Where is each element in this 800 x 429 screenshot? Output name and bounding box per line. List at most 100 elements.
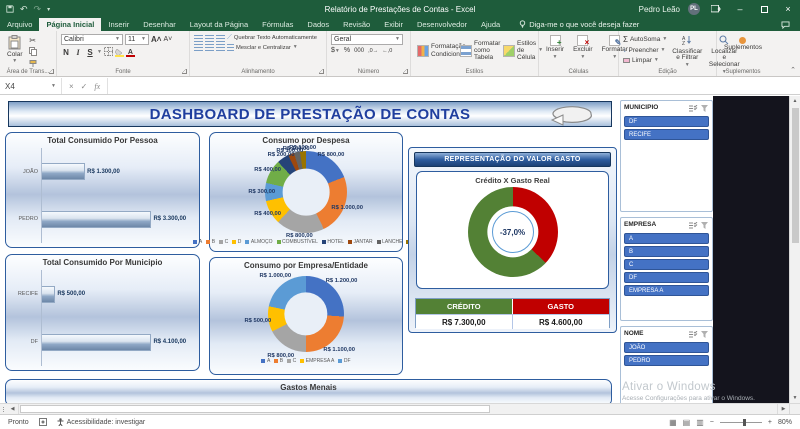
addins-button[interactable]: Suplementos (721, 34, 765, 67)
save-icon[interactable] (6, 5, 14, 13)
vertical-scroll-thumb[interactable] (792, 108, 799, 243)
slicer-item[interactable]: JOÃO (624, 342, 709, 353)
cut-icon[interactable]: ✂ (29, 36, 36, 45)
dialog-launcher-icon[interactable] (403, 69, 408, 74)
clear-filter-icon[interactable] (701, 326, 709, 343)
slicer-item[interactable]: A (624, 233, 709, 244)
autosum-button[interactable]: ΣAutoSoma▼ (623, 35, 667, 44)
align-right-icon[interactable] (216, 44, 225, 51)
align-bottom-icon[interactable] (216, 35, 225, 42)
align-top-icon[interactable] (194, 35, 203, 42)
fx-icon[interactable]: fx (94, 82, 100, 91)
slicer-item[interactable]: DF (624, 116, 709, 127)
user-name[interactable]: Pedro Leão (639, 5, 680, 14)
page-layout-view-icon[interactable]: ▤ (683, 418, 691, 427)
underline-dropdown-icon[interactable]: ▼ (97, 50, 102, 55)
increase-decimal-icon[interactable]: ,0→ (368, 48, 378, 54)
zoom-level[interactable]: 80% (778, 419, 792, 426)
dialog-launcher-icon[interactable] (49, 69, 54, 74)
normal-view-icon[interactable]: ▦ (669, 418, 677, 427)
macro-record-icon[interactable] (39, 418, 47, 426)
horizontal-scroll-thumb[interactable] (20, 405, 490, 413)
format-as-table-button[interactable]: Formatar como Tabela▼ (458, 34, 498, 67)
comment-icon[interactable] (781, 18, 800, 31)
merge-center-button[interactable]: Mesclar e Centralizar (236, 45, 291, 51)
fill-color-icon[interactable] (115, 49, 124, 57)
scroll-up-icon[interactable]: ▲ (793, 96, 798, 106)
menu-tab[interactable]: Layout da Página (183, 18, 255, 31)
decrease-font-icon[interactable]: A˅ (163, 36, 172, 43)
slicer-municipio[interactable]: MUNICIPIODFRECIFE (620, 100, 713, 212)
chart-consumo-por-empresa[interactable]: Consumo por Empresa/Entidade R$ 1.200,00… (209, 257, 403, 375)
underline-button[interactable]: S (85, 48, 95, 57)
accessibility-status[interactable]: Acessibilidade: investigar (57, 418, 146, 426)
valor-gasto-panel[interactable]: REPRESENTAÇÃO DO VALOR GASTO Crédito X G… (408, 147, 617, 333)
borders-icon[interactable] (104, 47, 113, 58)
menu-tab[interactable]: Ajuda (474, 18, 507, 31)
minimize-button[interactable]: – (732, 0, 748, 18)
horizontal-scroll-track[interactable] (18, 404, 778, 414)
menu-tab[interactable]: Revisão (336, 18, 377, 31)
slicer-empresa[interactable]: EMPRESAABCDFEMPRESA A (620, 217, 713, 321)
number-format-select[interactable]: Geral▼ (331, 34, 403, 45)
share-icon[interactable] (708, 0, 724, 18)
slicer-nome[interactable]: NOMEJOÃOPEDRO (620, 326, 713, 408)
percent-icon[interactable]: % (344, 47, 350, 54)
delete-cells-button[interactable]: × Excluir▼ (570, 34, 596, 67)
dashboard-banner[interactable]: DASHBOARD DE PRESTAÇÃO DE CONTAS (8, 101, 612, 127)
indent-icon[interactable] (227, 44, 234, 51)
scroll-right-icon[interactable]: ▶ (778, 406, 789, 412)
redo-icon[interactable]: ↷ (34, 4, 42, 15)
enter-icon[interactable]: ✓ (81, 82, 88, 91)
paste-button[interactable]: Colar ▼ (4, 34, 26, 67)
comma-icon[interactable]: 000 (354, 48, 364, 54)
menu-tab[interactable]: Inserir (101, 18, 136, 31)
multi-select-icon[interactable] (689, 326, 698, 343)
name-box[interactable]: X4▼ (0, 78, 62, 94)
align-left-icon[interactable] (194, 44, 203, 51)
multi-select-icon[interactable] (689, 217, 698, 234)
dialog-launcher-icon[interactable] (319, 69, 324, 74)
dialog-launcher-icon[interactable] (182, 69, 187, 74)
chart-total-por-pessoa[interactable]: Total Consumido Por Pessoa JOÃOR$ 1.300,… (5, 132, 200, 248)
scroll-left-icon[interactable]: ◀ (7, 406, 18, 412)
decrease-decimal-icon[interactable]: ←,0 (382, 48, 392, 54)
zoom-slider-thumb[interactable] (743, 419, 746, 426)
restore-button[interactable] (756, 0, 772, 18)
page-break-view-icon[interactable]: ▥ (696, 418, 704, 427)
slicer-item[interactable]: RECIFE (624, 129, 709, 140)
menu-tab[interactable]: Dados (300, 18, 336, 31)
slicer-item[interactable]: B (624, 246, 709, 257)
menu-tab[interactable]: Exibir (377, 18, 410, 31)
cancel-icon[interactable]: × (69, 82, 74, 91)
conditional-formatting-button[interactable]: Formatação Condicional▼ (415, 34, 455, 67)
menu-tab[interactable]: Fórmulas (255, 18, 300, 31)
zoom-out-icon[interactable]: − (710, 419, 714, 426)
zoom-in-icon[interactable]: + (768, 419, 772, 426)
vertical-scrollbar[interactable]: ▲ ▼ (789, 96, 800, 403)
close-button[interactable]: × (780, 0, 796, 18)
align-center-icon[interactable] (205, 44, 214, 51)
slicer-item[interactable]: EMPRESA A (624, 285, 709, 296)
scroll-down-icon[interactable]: ▼ (793, 393, 798, 403)
clear-button[interactable]: Limpar▼ (623, 57, 667, 64)
chart-total-por-municipio[interactable]: Total Consumido Por Municipio RECIFER$ 5… (5, 254, 200, 371)
clear-filter-icon[interactable] (701, 100, 709, 117)
slicer-item[interactable]: C (624, 259, 709, 270)
tell-me-search[interactable]: Diga-me o que você deseja fazer (519, 18, 639, 31)
insert-cells-button[interactable]: + Inserir▼ (543, 34, 567, 67)
copy-icon[interactable] (29, 47, 37, 58)
increase-font-icon[interactable]: A˄ (151, 35, 161, 44)
bold-button[interactable]: N (61, 48, 71, 57)
font-size-select[interactable]: 11▼ (125, 34, 149, 45)
formula-input[interactable] (108, 78, 800, 94)
gauge-card[interactable]: Crédito X Gasto Real -37,0% (416, 171, 609, 289)
clear-filter-icon[interactable] (701, 217, 709, 234)
orientation-icon[interactable]: ⟋ (227, 34, 232, 42)
chart-gastos-mensais[interactable]: Gastos Menais (5, 379, 612, 405)
sort-filter-button[interactable]: AZ Classificar e Filtrar▼ (670, 34, 704, 67)
multi-select-icon[interactable] (689, 100, 698, 117)
menu-tab[interactable]: Desenhar (136, 18, 183, 31)
menu-tab[interactable]: Página Inicial (39, 18, 101, 31)
undo-icon[interactable]: ↶ (20, 4, 28, 15)
